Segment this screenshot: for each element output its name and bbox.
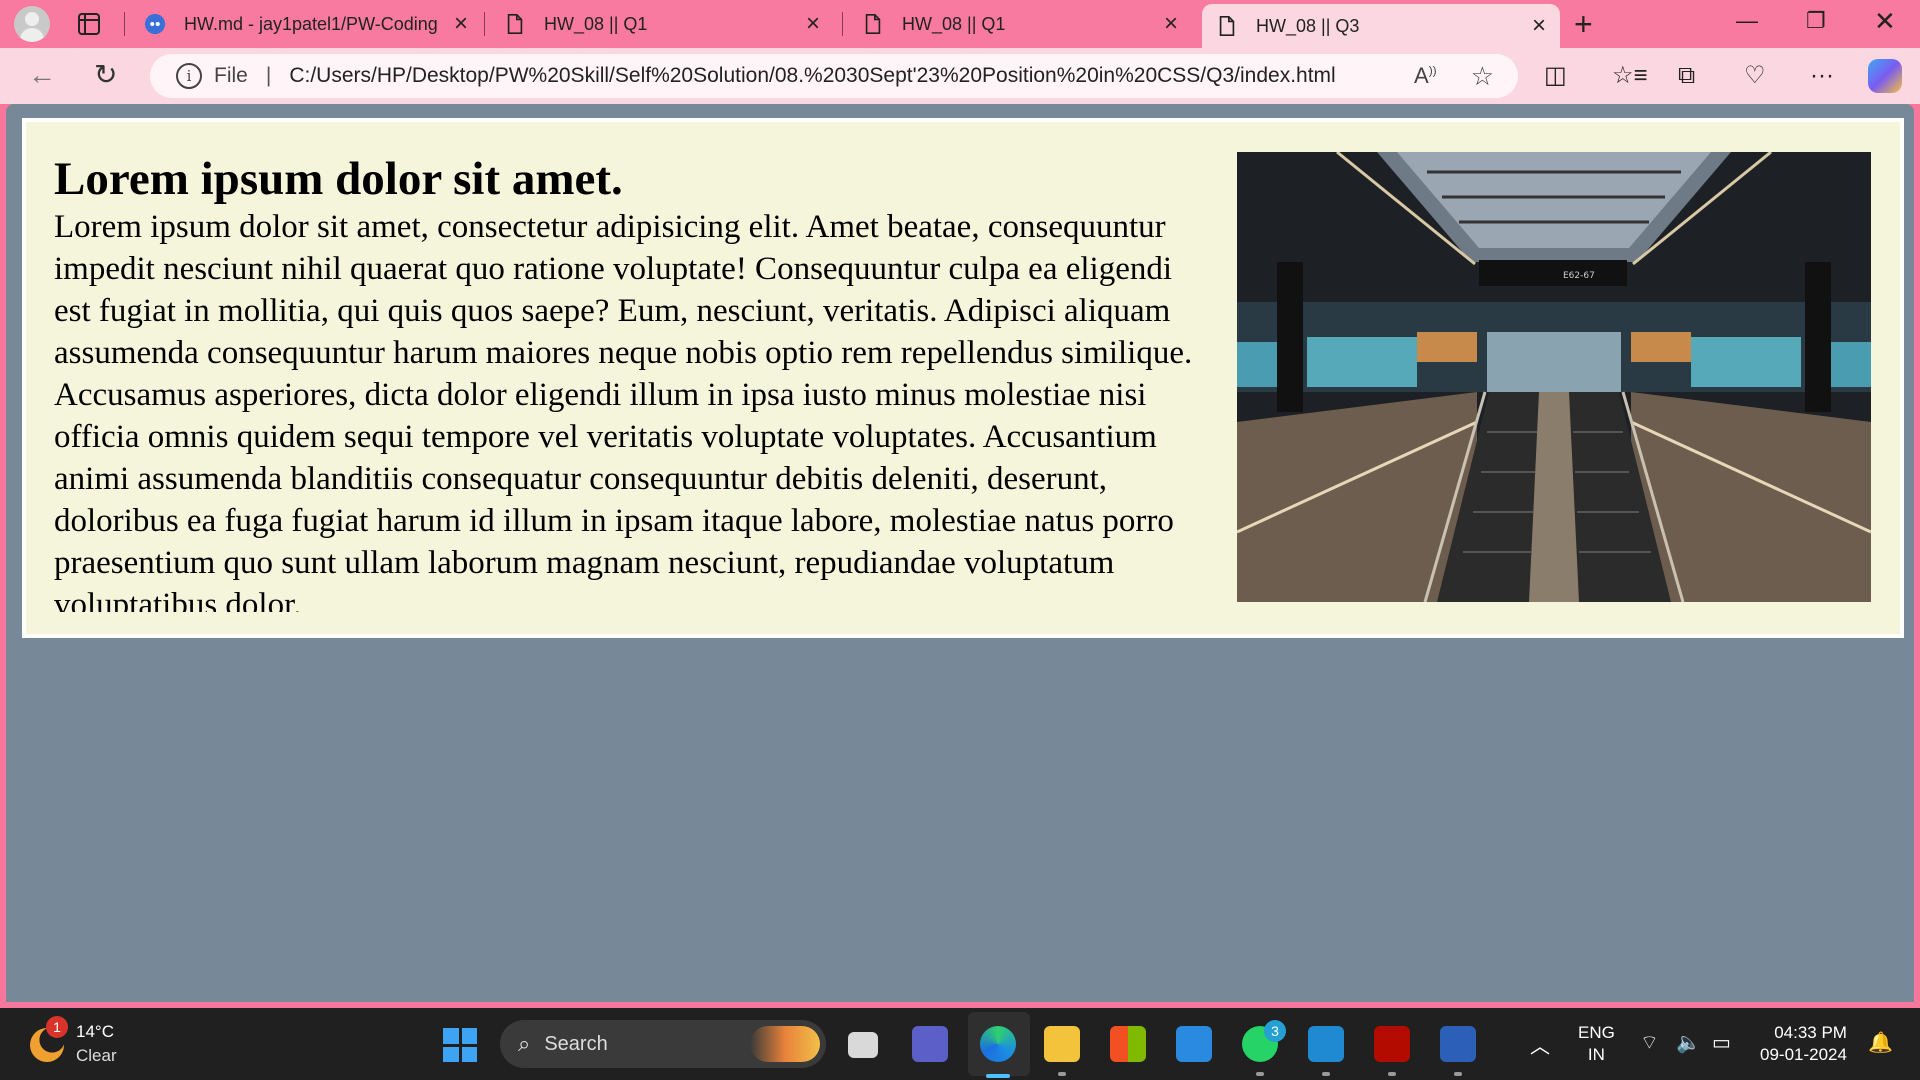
close-tab-icon[interactable]: × <box>806 12 820 36</box>
tab-title: HW_08 || Q1 <box>544 13 648 34</box>
task-view-icon[interactable] <box>848 1032 878 1058</box>
content-container: Lorem ipsum dolor sit amet. Lorem ipsum … <box>22 118 1904 638</box>
notifications-bell-icon[interactable]: 🔔 <box>1868 1030 1893 1055</box>
weather-condition[interactable]: Clear <box>76 1046 117 1066</box>
whatsapp-badge: 3 <box>1264 1020 1286 1042</box>
edge-icon[interactable] <box>980 1026 1016 1062</box>
acrobat-icon[interactable] <box>1374 1026 1410 1062</box>
new-tab-button[interactable]: + <box>1574 8 1593 40</box>
close-tab-icon[interactable]: × <box>1532 14 1546 38</box>
running-indicator <box>1388 1072 1396 1076</box>
language-region: IN <box>1587 1045 1605 1064</box>
battery-icon[interactable]: ▭ <box>1712 1030 1731 1055</box>
read-aloud-icon[interactable]: A)) <box>1414 63 1437 89</box>
tab-hw08-q1-a[interactable]: HW_08 || Q1 × <box>490 4 834 44</box>
more-menu-icon[interactable]: ··· <box>1810 62 1834 90</box>
weather-badge: 1 <box>46 1016 68 1038</box>
language-indicator[interactable]: ENG IN <box>1578 1022 1615 1066</box>
page-icon <box>1219 16 1235 36</box>
show-hidden-icons-chevron-icon[interactable]: ︿ <box>1530 1030 1550 1059</box>
tab-separator <box>842 12 843 36</box>
search-icon: ⌕ <box>518 1031 531 1056</box>
scheme-label: File <box>214 64 248 87</box>
tab-title: HW_08 || Q3 <box>1256 15 1360 36</box>
refresh-button[interactable]: ↻ <box>94 60 117 90</box>
tab-hw08-q1-b[interactable]: HW_08 || Q1 × <box>848 4 1192 44</box>
station-sign-text: E62-67 <box>1563 271 1595 281</box>
volume-icon[interactable]: 🔈 <box>1676 1030 1701 1055</box>
text-column: Lorem ipsum dolor sit amet. Lorem ipsum … <box>54 152 1214 612</box>
tab-github-hw[interactable]: HW.md - jay1patel1/PW-Coding × <box>130 4 482 44</box>
url-text[interactable]: C:/Users/HP/Desktop/PW%20Skill/Self%20So… <box>289 64 1414 88</box>
system-clock[interactable]: 04:33 PM 09-01-2024 <box>1760 1022 1847 1066</box>
page-icon <box>865 14 881 34</box>
split-screen-icon[interactable]: ◫ <box>1544 62 1567 90</box>
tab-separator <box>484 12 485 36</box>
page-icon <box>507 14 523 34</box>
collections-icon[interactable]: ⧉ <box>1678 62 1695 90</box>
tab-title: HW_08 || Q1 <box>902 13 1006 34</box>
tab-separator <box>124 12 125 36</box>
running-indicator <box>1322 1072 1330 1076</box>
running-indicator <box>1454 1072 1462 1076</box>
close-tab-icon[interactable]: × <box>454 12 468 36</box>
search-placeholder: Search <box>544 1032 608 1055</box>
mail-icon[interactable] <box>1176 1026 1212 1062</box>
page-viewport: Lorem ipsum dolor sit amet. Lorem ipsum … <box>6 104 1914 1002</box>
page-heading: Lorem ipsum dolor sit amet. <box>54 153 623 205</box>
restore-button[interactable]: ❐ <box>1806 8 1826 34</box>
close-window-button[interactable]: ✕ <box>1874 6 1896 37</box>
weather-temperature[interactable]: 14°C <box>76 1022 114 1042</box>
running-indicator <box>1058 1072 1066 1076</box>
favorite-star-icon[interactable]: ☆ <box>1471 61 1494 92</box>
tab-title: HW.md - jay1patel1/PW-Coding <box>184 13 438 34</box>
active-app-indicator <box>986 1074 1010 1078</box>
wifi-icon[interactable]: ⌔ <box>1640 1030 1659 1055</box>
address-divider: | <box>265 64 272 87</box>
teams-icon[interactable] <box>912 1026 948 1062</box>
profile-avatar[interactable] <box>14 6 50 42</box>
clock-date: 09-01-2024 <box>1760 1045 1847 1064</box>
taskbar-search[interactable]: ⌕ Search <box>500 1020 826 1068</box>
file-explorer-icon[interactable] <box>1044 1026 1080 1062</box>
performance-icon[interactable]: ♡ <box>1744 62 1766 90</box>
tab-hw08-q3[interactable]: HW_08 || Q3 × <box>1202 4 1560 48</box>
clock-time: 04:33 PM <box>1774 1023 1847 1042</box>
tab-bar: HW.md - jay1patel1/PW-Coding × HW_08 || … <box>0 0 1920 48</box>
info-icon[interactable]: i <box>176 63 202 89</box>
taskbar: 1 14°C Clear ⌕ Search 3 ︿ ENG IN ⌔ 🔈 ▭ 0… <box>0 1008 1920 1080</box>
copilot-icon[interactable] <box>1868 59 1902 93</box>
vscode-icon[interactable] <box>1308 1026 1344 1062</box>
address-bar[interactable]: i File | C:/Users/HP/Desktop/PW%20Skill/… <box>150 54 1518 98</box>
favorites-icon[interactable]: ☆≡ <box>1612 62 1648 90</box>
address-bar-row: ← ↻ i File | C:/Users/HP/Desktop/PW%20Sk… <box>0 48 1920 104</box>
word-icon[interactable] <box>1440 1026 1476 1062</box>
back-button[interactable]: ← <box>28 60 56 90</box>
close-tab-icon[interactable]: × <box>1164 12 1178 36</box>
escalator-photo: E62-67 <box>1237 152 1871 602</box>
microsoft-store-icon[interactable] <box>1110 1026 1146 1062</box>
running-indicator <box>1256 1072 1264 1076</box>
minimize-button[interactable]: — <box>1736 8 1758 34</box>
search-highlight-graphic <box>750 1026 820 1062</box>
github-icon <box>144 13 166 35</box>
language-code: ENG <box>1578 1023 1615 1042</box>
tab-actions-icon[interactable] <box>78 13 100 35</box>
start-button[interactable] <box>443 1028 477 1062</box>
escalator-image: E62-67 <box>1237 152 1871 602</box>
lorem-paragraph: Lorem ipsum dolor sit amet, consectetur … <box>54 209 1193 612</box>
